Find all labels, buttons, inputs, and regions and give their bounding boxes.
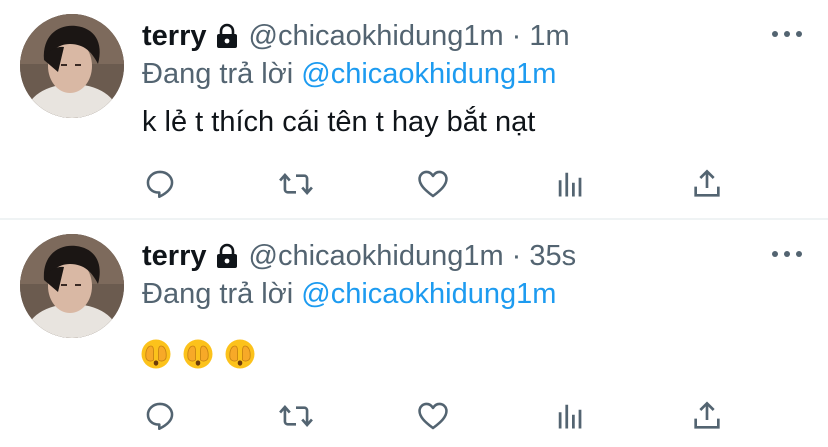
- author-handle[interactable]: @chicaokhidung1m: [249, 240, 504, 273]
- tweet-actions: [140, 164, 740, 204]
- lock-icon: [215, 243, 239, 269]
- reply-mention-link[interactable]: @chicaokhidung1m: [301, 278, 556, 310]
- reply-prefix: Đang trả lời: [142, 58, 294, 90]
- timestamp[interactable]: 1m: [529, 20, 569, 53]
- face-with-hands-over-eyes-icon: [140, 338, 172, 375]
- replying-to: Đang trả lời @chicaokhidung1m: [142, 58, 556, 91]
- tweet[interactable]: terry @chicaokhidung1m · 1m Đang trả lời…: [0, 0, 828, 218]
- tweet-actions: [140, 396, 740, 436]
- heart-icon[interactable]: [413, 164, 453, 204]
- avatar[interactable]: [20, 234, 124, 338]
- tweet-text: k lẻ t thích cái tên t hay bắt nạt: [142, 106, 536, 138]
- separator: ·: [511, 19, 522, 52]
- avatar[interactable]: [20, 14, 124, 118]
- retweet-icon[interactable]: [276, 164, 316, 204]
- author-handle[interactable]: @chicaokhidung1m: [249, 20, 504, 53]
- more-options-icon[interactable]: [772, 244, 802, 264]
- retweet-icon[interactable]: [276, 396, 316, 436]
- tweet-emojis: [140, 338, 256, 375]
- stats-icon[interactable]: [550, 396, 590, 436]
- reply-prefix: Đang trả lời: [142, 278, 294, 310]
- share-icon[interactable]: [687, 164, 727, 204]
- more-options-icon[interactable]: [772, 24, 802, 44]
- timestamp[interactable]: 35s: [529, 240, 576, 273]
- author-name[interactable]: terry: [142, 240, 207, 273]
- share-icon[interactable]: [687, 396, 727, 436]
- reply-icon[interactable]: [140, 164, 180, 204]
- stats-icon[interactable]: [550, 164, 590, 204]
- face-with-hands-over-eyes-icon: [224, 338, 256, 375]
- heart-icon[interactable]: [413, 396, 453, 436]
- author-name[interactable]: terry: [142, 20, 207, 53]
- face-with-hands-over-eyes-icon: [182, 338, 214, 375]
- reply-icon[interactable]: [140, 396, 180, 436]
- lock-icon: [215, 23, 239, 49]
- reply-mention-link[interactable]: @chicaokhidung1m: [301, 58, 556, 90]
- replying-to: Đang trả lời @chicaokhidung1m: [142, 278, 556, 311]
- tweet[interactable]: terry @chicaokhidung1m · 35s Đang trả lờ…: [0, 220, 828, 438]
- separator: ·: [511, 239, 522, 272]
